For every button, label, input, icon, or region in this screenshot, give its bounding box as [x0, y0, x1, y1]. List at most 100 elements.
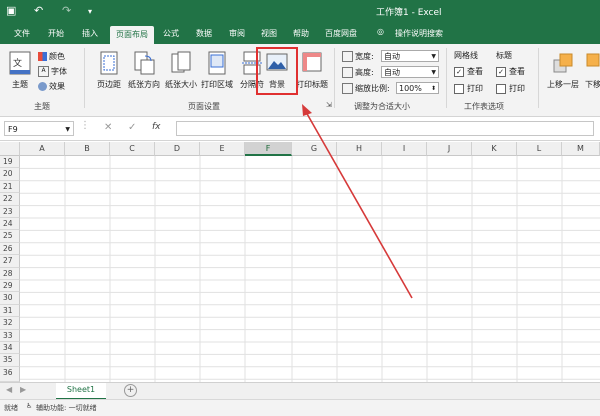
- tab-review[interactable]: 审阅: [229, 28, 245, 39]
- tab-formulas[interactable]: 公式: [163, 28, 179, 39]
- insert-function-icon[interactable]: fx: [152, 122, 161, 132]
- column-header[interactable]: B: [65, 142, 110, 156]
- cancel-icon[interactable]: ✕: [104, 122, 112, 133]
- tab-page-layout[interactable]: 页面布局: [110, 26, 154, 44]
- checkbox-unchecked-icon: [496, 83, 506, 94]
- svg-text:文: 文: [13, 57, 22, 69]
- gridlines-view-checkbox[interactable]: ✓ 查看: [454, 66, 483, 77]
- margins-button[interactable]: 页边距: [90, 48, 128, 98]
- chevron-down-icon: ▼: [65, 126, 70, 133]
- height-icon: [342, 67, 353, 78]
- column-header[interactable]: G: [292, 142, 337, 156]
- column-header[interactable]: C: [110, 142, 155, 156]
- column-header[interactable]: M: [562, 142, 600, 156]
- undo-icon[interactable]: ↶: [34, 4, 43, 17]
- send-backward-button[interactable]: 下移: [585, 48, 600, 98]
- row-header[interactable]: 32: [0, 317, 20, 330]
- accessibility-status[interactable]: 辅助功能: 一切就绪: [36, 403, 97, 413]
- tab-baidu[interactable]: 百度网盘: [325, 28, 357, 39]
- select-all-corner[interactable]: [0, 142, 20, 156]
- tab-data[interactable]: 数据: [196, 28, 212, 39]
- checkbox-checked-icon: ✓: [496, 66, 506, 77]
- size-button[interactable]: 纸张大小: [162, 48, 200, 98]
- row-header[interactable]: 30: [0, 292, 20, 305]
- tab-home[interactable]: 开始: [48, 28, 64, 39]
- spinner-arrows-icon[interactable]: ⬍: [431, 83, 436, 95]
- row-header[interactable]: 33: [0, 329, 20, 342]
- width-icon: [342, 51, 353, 62]
- column-header[interactable]: I: [382, 142, 427, 156]
- row-header[interactable]: 23: [0, 205, 20, 218]
- tab-help[interactable]: 帮助: [293, 28, 309, 39]
- tab-view[interactable]: 视图: [261, 28, 277, 39]
- fonts-button[interactable]: A 字体: [38, 66, 67, 77]
- tell-me-search[interactable]: 操作说明搜索: [395, 28, 443, 39]
- column-header[interactable]: J: [427, 142, 472, 156]
- tab-file[interactable]: 文件: [14, 28, 30, 39]
- effects-button[interactable]: 效果: [38, 81, 65, 92]
- column-header[interactable]: H: [337, 142, 382, 156]
- row-header[interactable]: 36: [0, 366, 20, 382]
- column-header[interactable]: A: [20, 142, 65, 156]
- sheet-tab[interactable]: Sheet1: [56, 383, 106, 400]
- group-label-page-setup: 页面设置: [188, 102, 220, 111]
- redo-icon[interactable]: ↷: [62, 4, 71, 17]
- orientation-button[interactable]: 纸张方向: [125, 48, 163, 98]
- row-header[interactable]: 20: [0, 168, 20, 181]
- row-header[interactable]: 27: [0, 255, 20, 268]
- column-header[interactable]: L: [517, 142, 562, 156]
- name-box[interactable]: F9 ▼: [4, 121, 74, 136]
- row-header[interactable]: 29: [0, 280, 20, 293]
- row-header[interactable]: 24: [0, 218, 20, 231]
- formula-bar: F9 ▼ ⋮ ✕ ✓ fx: [0, 118, 600, 141]
- bring-forward-button[interactable]: 上移一层: [542, 48, 584, 98]
- chevron-down-icon: ▼: [431, 69, 436, 76]
- row-header[interactable]: 19: [0, 156, 20, 169]
- colors-button[interactable]: 颜色: [38, 51, 65, 62]
- height-select[interactable]: 自动 ▼: [381, 66, 439, 78]
- status-ready: 就绪: [4, 404, 18, 412]
- customize-toolbar-icon[interactable]: ▾: [88, 7, 92, 16]
- print-titles-button[interactable]: 打印标题: [293, 48, 331, 98]
- worksheet-grid[interactable]: A B C D E F G H I J K L M 19 20 21 22 23…: [0, 142, 600, 382]
- ribbon-tabs: 文件 开始 插入 页面布局 公式 数据 审阅 视图 帮助 百度网盘 ◎ 操作说明…: [0, 24, 600, 44]
- row-header[interactable]: 28: [0, 267, 20, 280]
- row-header[interactable]: 35: [0, 354, 20, 367]
- drag-handle-icon[interactable]: ⋮: [80, 120, 90, 131]
- paper-size-icon: [171, 51, 191, 73]
- gridlines-print-checkbox[interactable]: 打印: [454, 83, 483, 94]
- row-header[interactable]: 22: [0, 193, 20, 206]
- formula-input[interactable]: [176, 121, 594, 136]
- add-sheet-button[interactable]: +: [124, 384, 137, 397]
- row-header[interactable]: 34: [0, 342, 20, 355]
- next-sheet-icon[interactable]: ▶: [20, 385, 26, 394]
- row-header[interactable]: 25: [0, 230, 20, 243]
- height-label: 高度:: [342, 67, 374, 78]
- headings-header: 标题: [496, 51, 512, 60]
- prev-sheet-icon[interactable]: ◀: [6, 385, 12, 394]
- column-header[interactable]: E: [200, 142, 245, 156]
- checkbox-unchecked-icon: [454, 83, 464, 94]
- headings-print-checkbox[interactable]: 打印: [496, 83, 525, 94]
- orientation-icon: [134, 51, 155, 75]
- row-header[interactable]: 26: [0, 242, 20, 256]
- chevron-down-icon: ▼: [431, 53, 436, 60]
- themes-button[interactable]: 文 主题: [4, 48, 36, 98]
- column-header-selected[interactable]: F: [245, 142, 292, 156]
- tab-insert[interactable]: 插入: [82, 28, 98, 39]
- headings-view-checkbox[interactable]: ✓ 查看: [496, 66, 525, 77]
- width-select[interactable]: 自动 ▼: [381, 50, 439, 62]
- save-icon[interactable]: ▣: [6, 4, 16, 17]
- print-area-button[interactable]: 打印区域: [198, 48, 236, 98]
- group-label-scale: 调整为合适大小: [354, 102, 410, 111]
- page-setup-launcher-icon[interactable]: ⇲: [326, 101, 332, 109]
- row-header[interactable]: 21: [0, 180, 20, 194]
- column-header[interactable]: D: [155, 142, 200, 156]
- column-header[interactable]: K: [472, 142, 517, 156]
- row-header[interactable]: 31: [0, 304, 20, 318]
- group-divider: [84, 48, 85, 108]
- group-label-sheet-options: 工作表选项: [464, 102, 504, 111]
- status-bar: 就绪 ♿ 辅助功能: 一切就绪: [0, 399, 600, 416]
- enter-icon[interactable]: ✓: [128, 122, 136, 133]
- scale-spinner[interactable]: 100% ⬍: [396, 82, 439, 94]
